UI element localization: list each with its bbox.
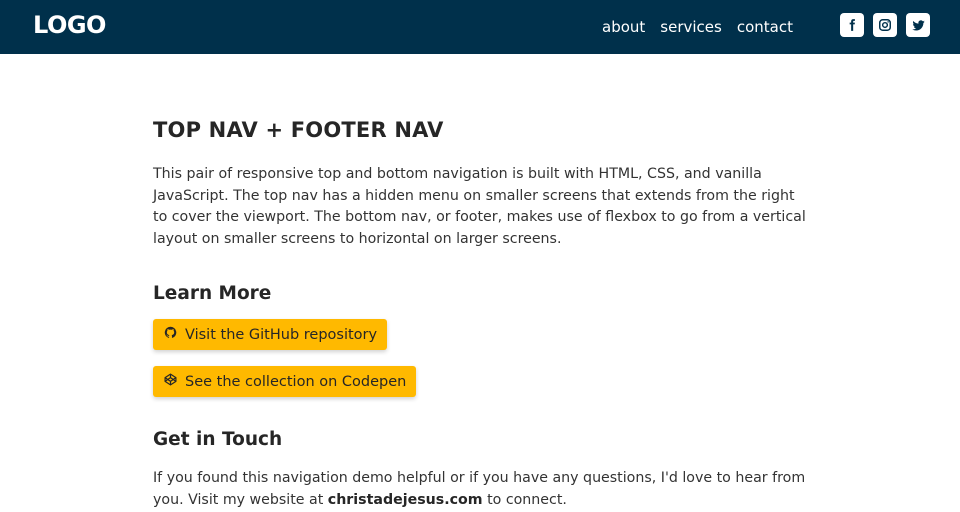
social-links	[840, 13, 930, 37]
main-content: TOP NAV + FOOTER NAV This pair of respon…	[153, 118, 813, 512]
codepen-collection-button[interactable]: See the collection on Codepen	[153, 366, 417, 398]
nav-link-contact[interactable]: contact	[737, 18, 793, 36]
nav-links: about services contact	[602, 18, 793, 36]
learn-more-heading: Learn More	[153, 283, 272, 305]
website-link[interactable]: christadejesus.com	[328, 492, 483, 508]
contact-text-after: to connect.	[482, 491, 567, 508]
instagram-icon[interactable]	[873, 13, 897, 37]
github-repo-button[interactable]: Visit the GitHub repository	[153, 319, 388, 351]
nav-link-services[interactable]: services	[660, 18, 722, 36]
get-in-touch-heading: Get in Touch	[153, 429, 283, 451]
logo[interactable]: LOGO	[33, 11, 106, 39]
intro-paragraph: This pair of responsive top and bottom n…	[153, 166, 806, 247]
facebook-icon[interactable]	[840, 13, 864, 37]
contact-paragraph: If you found this navigation demo helpfu…	[153, 468, 808, 511]
twitter-icon[interactable]	[906, 13, 930, 37]
github-button-label: Visit the GitHub repository	[185, 326, 378, 343]
page-title: TOP NAV + FOOTER NAV	[153, 118, 444, 142]
github-icon	[164, 326, 177, 343]
nav-link-about[interactable]: about	[602, 18, 645, 36]
codepen-icon	[164, 373, 177, 390]
top-nav: LOGO about services contact	[0, 0, 960, 54]
codepen-button-label: See the collection on Codepen	[185, 373, 407, 390]
